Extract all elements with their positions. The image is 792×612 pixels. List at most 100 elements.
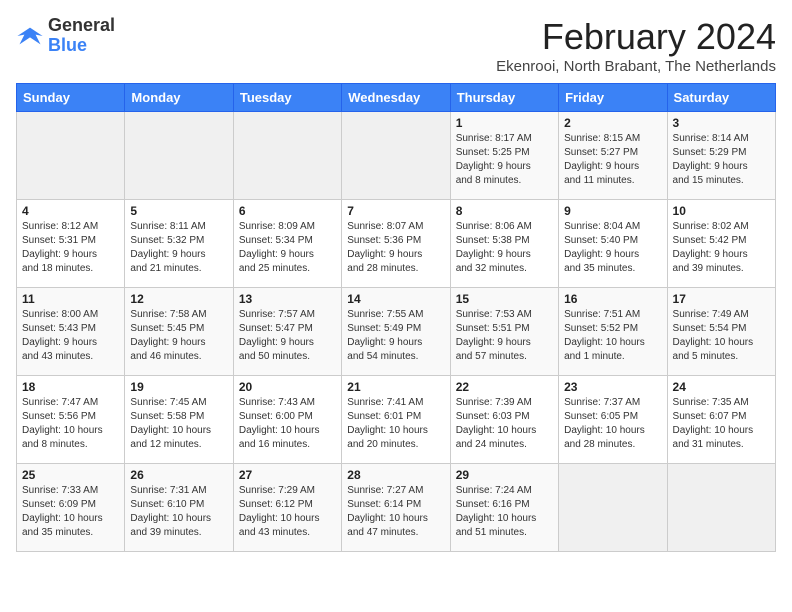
day-cell: 7 Sunrise: 8:07 AM Sunset: 5:36 PM Daylig… — [342, 200, 450, 288]
day-number: 2 — [564, 116, 661, 130]
day-cell: 27 Sunrise: 7:29 AM Sunset: 6:12 PM Dayli… — [233, 464, 341, 552]
logo-general: General — [48, 15, 115, 35]
day-cell: 23 Sunrise: 7:37 AM Sunset: 6:05 PM Dayli… — [559, 376, 667, 464]
day-number: 21 — [347, 380, 444, 394]
day-cell: 18 Sunrise: 7:47 AM Sunset: 5:56 PM Dayli… — [17, 376, 125, 464]
day-cell — [667, 464, 775, 552]
day-info: Sunrise: 7:27 AM Sunset: 6:14 PM Dayligh… — [347, 484, 444, 540]
day-cell: 8 Sunrise: 8:06 AM Sunset: 5:38 PM Daylig… — [450, 200, 558, 288]
day-cell: 9Sunrise: 8:04 AM Sunset: 5:40 PM Daylig… — [559, 200, 667, 288]
day-number: 5 — [130, 204, 227, 218]
day-cell: 2 Sunrise: 8:15 AM Sunset: 5:27 PM Daylig… — [559, 112, 667, 200]
day-info: Sunrise: 7:51 AM Sunset: 5:52 PM Dayligh… — [564, 308, 661, 364]
header-cell-thursday: Thursday — [450, 84, 558, 112]
day-info: Sunrise: 7:53 AM Sunset: 5:51 PM Dayligh… — [456, 308, 553, 364]
day-cell — [559, 464, 667, 552]
day-cell: 21 Sunrise: 7:41 AM Sunset: 6:01 PM Dayli… — [342, 376, 450, 464]
header-cell-sunday: Sunday — [17, 84, 125, 112]
calendar-header: SundayMondayTuesdayWednesdayThursdayFrid… — [17, 84, 776, 112]
page-container: General Blue February 2024 Ekenrooi, Nor… — [16, 16, 776, 552]
day-number: 16 — [564, 292, 661, 306]
day-info: Sunrise: 7:47 AM Sunset: 5:56 PM Dayligh… — [22, 396, 119, 452]
day-cell — [342, 112, 450, 200]
day-info: Sunrise: 7:31 AM Sunset: 6:10 PM Dayligh… — [130, 484, 227, 540]
day-info: Sunrise: 7:57 AM Sunset: 5:47 PM Dayligh… — [239, 308, 336, 364]
day-number: 22 — [456, 380, 553, 394]
day-cell: 22 Sunrise: 7:39 AM Sunset: 6:03 PM Dayli… — [450, 376, 558, 464]
day-info: Sunrise: 8:06 AM Sunset: 5:38 PM Dayligh… — [456, 220, 553, 276]
header-cell-saturday: Saturday — [667, 84, 775, 112]
calendar-table: SundayMondayTuesdayWednesdayThursdayFrid… — [16, 83, 776, 552]
day-cell: 24Sunrise: 7:35 AM Sunset: 6:07 PM Dayli… — [667, 376, 775, 464]
day-number: 20 — [239, 380, 336, 394]
day-number: 7 — [347, 204, 444, 218]
day-cell: 14Sunrise: 7:55 AM Sunset: 5:49 PM Dayli… — [342, 288, 450, 376]
day-number: 18 — [22, 380, 119, 394]
day-cell — [233, 112, 341, 200]
day-info: Sunrise: 7:43 AM Sunset: 6:00 PM Dayligh… — [239, 396, 336, 452]
day-cell: 20 Sunrise: 7:43 AM Sunset: 6:00 PM Dayli… — [233, 376, 341, 464]
header-cell-wednesday: Wednesday — [342, 84, 450, 112]
day-number: 12 — [130, 292, 227, 306]
day-number: 3 — [673, 116, 770, 130]
week-row-1: 4 Sunrise: 8:12 AM Sunset: 5:31 PM Daylig… — [17, 200, 776, 288]
day-cell: 4 Sunrise: 8:12 AM Sunset: 5:31 PM Daylig… — [17, 200, 125, 288]
title-block: February 2024 Ekenrooi, North Brabant, T… — [496, 16, 776, 75]
day-cell — [125, 112, 233, 200]
week-row-3: 18 Sunrise: 7:47 AM Sunset: 5:56 PM Dayli… — [17, 376, 776, 464]
day-number: 27 — [239, 468, 336, 482]
day-info: Sunrise: 8:02 AM Sunset: 5:42 PM Dayligh… — [673, 220, 770, 276]
day-cell: 29 Sunrise: 7:24 AM Sunset: 6:16 PM Dayli… — [450, 464, 558, 552]
day-number: 23 — [564, 380, 661, 394]
day-number: 25 — [22, 468, 119, 482]
day-info: Sunrise: 7:33 AM Sunset: 6:09 PM Dayligh… — [22, 484, 119, 540]
logo-blue: Blue — [48, 35, 87, 55]
day-cell: 26 Sunrise: 7:31 AM Sunset: 6:10 PM Dayli… — [125, 464, 233, 552]
day-cell: 13 Sunrise: 7:57 AM Sunset: 5:47 PM Dayli… — [233, 288, 341, 376]
week-row-4: 25 Sunrise: 7:33 AM Sunset: 6:09 PM Dayli… — [17, 464, 776, 552]
day-info: Sunrise: 8:12 AM Sunset: 5:31 PM Dayligh… — [22, 220, 119, 276]
day-number: 28 — [347, 468, 444, 482]
day-number: 11 — [22, 292, 119, 306]
day-info: Sunrise: 7:37 AM Sunset: 6:05 PM Dayligh… — [564, 396, 661, 452]
day-info: Sunrise: 8:17 AM Sunset: 5:25 PM Dayligh… — [456, 132, 553, 188]
day-cell: 28 Sunrise: 7:27 AM Sunset: 6:14 PM Dayli… — [342, 464, 450, 552]
day-info: Sunrise: 8:15 AM Sunset: 5:27 PM Dayligh… — [564, 132, 661, 188]
day-number: 19 — [130, 380, 227, 394]
logo-bird-icon — [16, 22, 44, 50]
day-number: 4 — [22, 204, 119, 218]
day-info: Sunrise: 8:00 AM Sunset: 5:43 PM Dayligh… — [22, 308, 119, 364]
day-info: Sunrise: 7:39 AM Sunset: 6:03 PM Dayligh… — [456, 396, 553, 452]
day-info: Sunrise: 8:04 AM Sunset: 5:40 PM Dayligh… — [564, 220, 661, 276]
header-cell-friday: Friday — [559, 84, 667, 112]
day-number: 8 — [456, 204, 553, 218]
day-number: 26 — [130, 468, 227, 482]
day-cell: 5 Sunrise: 8:11 AM Sunset: 5:32 PM Daylig… — [125, 200, 233, 288]
logo-text: General Blue — [48, 16, 115, 56]
day-cell: 10 Sunrise: 8:02 AM Sunset: 5:42 PM Dayli… — [667, 200, 775, 288]
day-cell: 19Sunrise: 7:45 AM Sunset: 5:58 PM Dayli… — [125, 376, 233, 464]
day-cell: 16 Sunrise: 7:51 AM Sunset: 5:52 PM Dayli… — [559, 288, 667, 376]
day-info: Sunrise: 7:24 AM Sunset: 6:16 PM Dayligh… — [456, 484, 553, 540]
day-cell: 17Sunrise: 7:49 AM Sunset: 5:54 PM Dayli… — [667, 288, 775, 376]
day-number: 15 — [456, 292, 553, 306]
week-row-2: 11 Sunrise: 8:00 AM Sunset: 5:43 PM Dayli… — [17, 288, 776, 376]
day-number: 29 — [456, 468, 553, 482]
day-number: 13 — [239, 292, 336, 306]
day-cell: 1Sunrise: 8:17 AM Sunset: 5:25 PM Daylig… — [450, 112, 558, 200]
header: General Blue February 2024 Ekenrooi, Nor… — [16, 16, 776, 75]
day-number: 10 — [673, 204, 770, 218]
day-cell: 15 Sunrise: 7:53 AM Sunset: 5:51 PM Dayli… — [450, 288, 558, 376]
day-info: Sunrise: 8:07 AM Sunset: 5:36 PM Dayligh… — [347, 220, 444, 276]
day-number: 6 — [239, 204, 336, 218]
day-cell: 11 Sunrise: 8:00 AM Sunset: 5:43 PM Dayli… — [17, 288, 125, 376]
day-cell: 6Sunrise: 8:09 AM Sunset: 5:34 PM Daylig… — [233, 200, 341, 288]
day-info: Sunrise: 7:29 AM Sunset: 6:12 PM Dayligh… — [239, 484, 336, 540]
day-cell: 3 Sunrise: 8:14 AM Sunset: 5:29 PM Daylig… — [667, 112, 775, 200]
day-info: Sunrise: 7:41 AM Sunset: 6:01 PM Dayligh… — [347, 396, 444, 452]
day-cell: 25 Sunrise: 7:33 AM Sunset: 6:09 PM Dayli… — [17, 464, 125, 552]
header-row: SundayMondayTuesdayWednesdayThursdayFrid… — [17, 84, 776, 112]
day-info: Sunrise: 8:14 AM Sunset: 5:29 PM Dayligh… — [673, 132, 770, 188]
week-row-0: 1Sunrise: 8:17 AM Sunset: 5:25 PM Daylig… — [17, 112, 776, 200]
day-info: Sunrise: 8:11 AM Sunset: 5:32 PM Dayligh… — [130, 220, 227, 276]
